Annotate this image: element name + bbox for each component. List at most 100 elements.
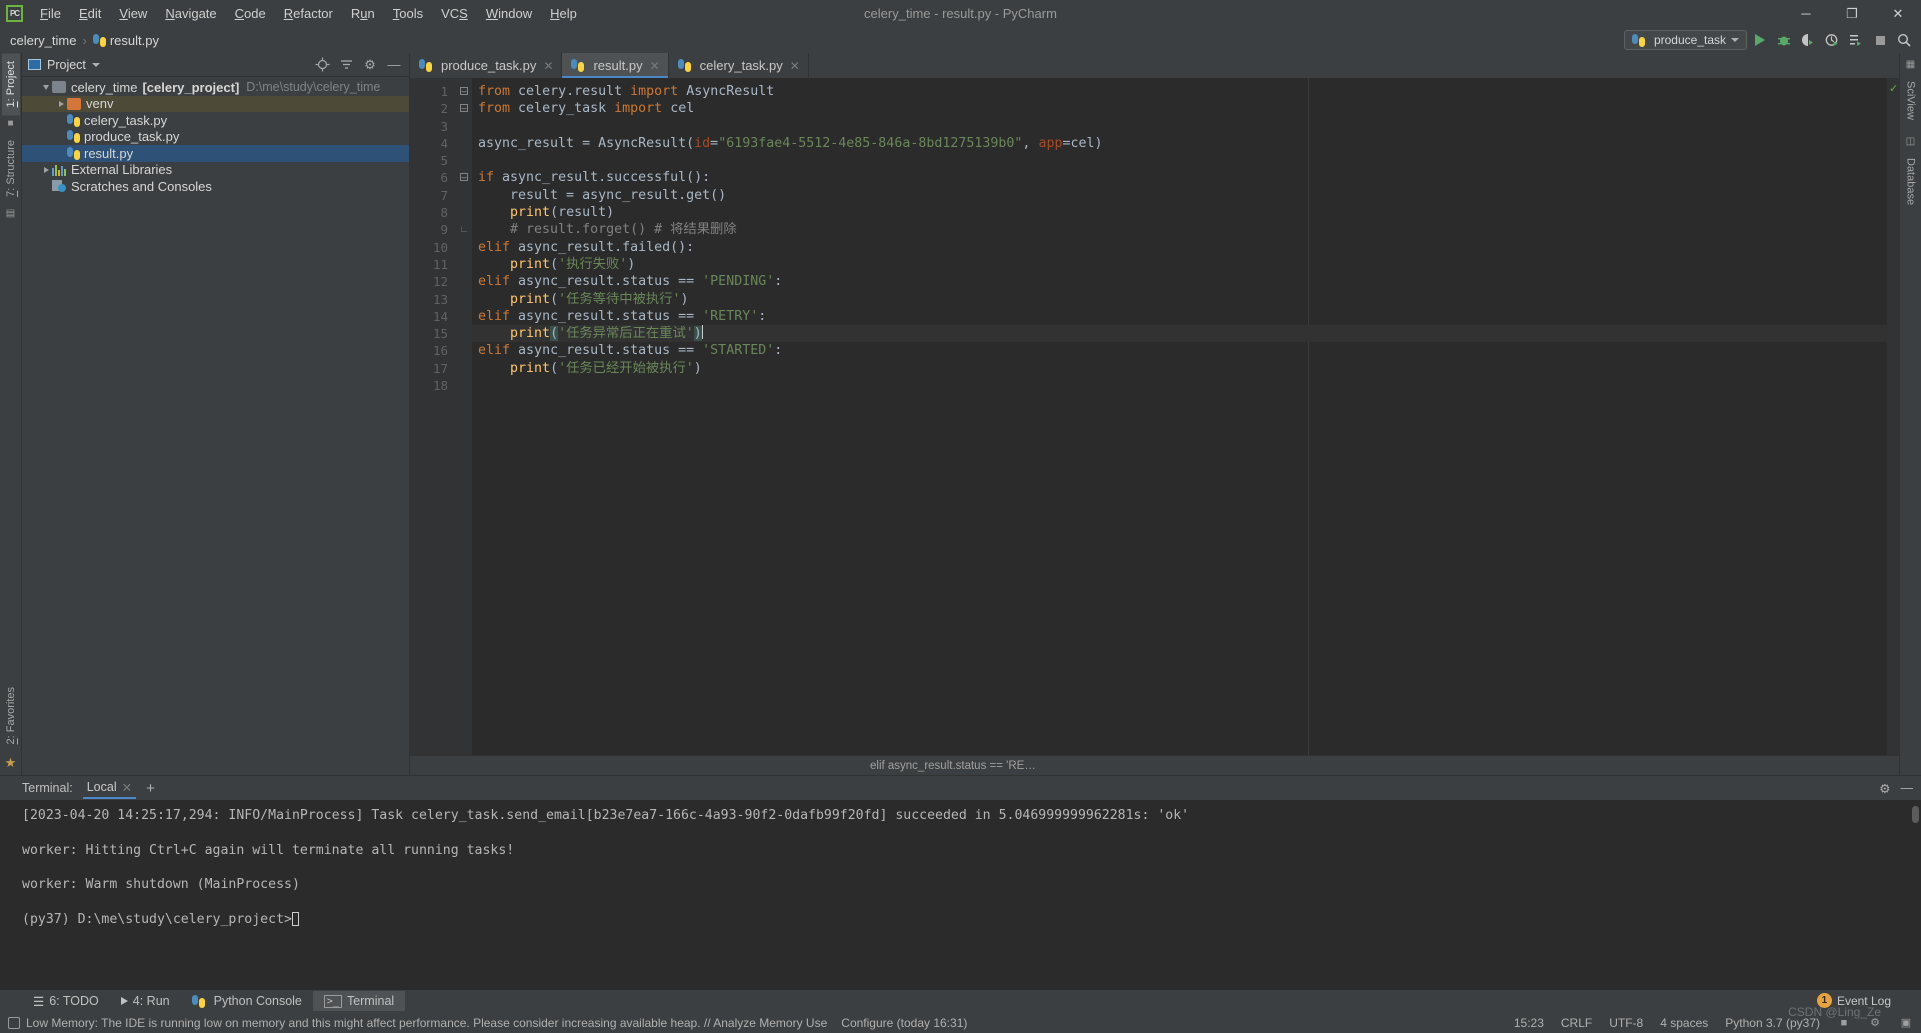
code-line-3[interactable]	[472, 118, 1887, 135]
code-line-16[interactable]: elif async_result.status == 'STARTED':	[472, 342, 1887, 359]
sidebar-tab-sciview[interactable]: SciView	[1902, 73, 1920, 128]
code-line-11[interactable]: print('执行失败')	[472, 256, 1887, 273]
sidebar-tab-project[interactable]: 1: Project	[1, 53, 20, 116]
new-terminal-tab-button[interactable]: +	[146, 780, 155, 797]
tool-tab-todo[interactable]: ☰ 6: TODO	[22, 991, 110, 1012]
terminal-prompt-line[interactable]: (py37) D:\me\study\celery_project>	[22, 911, 1921, 928]
close-icon[interactable]: ✕	[543, 59, 553, 73]
code-line-15[interactable]: print('任务异常后正在重试')	[472, 325, 1887, 343]
hide-tool-windows-icon[interactable]: ▣	[1899, 1016, 1913, 1030]
tree-item-produce-task-py[interactable]: produce_task.py	[22, 129, 409, 146]
code-text-area[interactable]: from celery.result import AsyncResult fr…	[472, 78, 1887, 755]
code-line-9[interactable]: # result.forget() # 将结果删除	[472, 221, 1887, 238]
code-editor[interactable]: 1 2 3 4 5 6 7 8 9 10 11 12 13 14 15 16 1	[410, 78, 1899, 755]
tool-tab-run[interactable]: 4: Run	[110, 991, 181, 1011]
error-stripe-gutter[interactable]: ✓	[1887, 78, 1899, 755]
git-branch-icon[interactable]: ■	[1837, 1016, 1851, 1030]
status-encoding[interactable]: UTF-8	[1609, 1016, 1643, 1030]
event-log-label[interactable]: Event Log	[1837, 994, 1891, 1008]
gear-icon[interactable]: ⚙	[361, 56, 379, 74]
settings-icon[interactable]: ⚙	[1868, 1016, 1882, 1030]
locate-file-icon[interactable]	[313, 56, 331, 74]
sidebar-tab-favorites[interactable]: 2: Favorites	[2, 679, 20, 752]
editor-tab-celery-task-py[interactable]: celery_task.py ✕	[669, 53, 809, 78]
debug-button[interactable]	[1773, 29, 1795, 51]
close-icon[interactable]: ✕	[650, 59, 660, 73]
hide-panel-icon[interactable]: —	[385, 56, 403, 74]
gear-icon[interactable]: ⚙	[1879, 781, 1890, 796]
fold-marker[interactable]: –	[456, 100, 472, 117]
close-icon[interactable]: ✕	[122, 780, 132, 795]
twisty-right-icon[interactable]	[55, 100, 67, 107]
run-multiple-button[interactable]	[1845, 29, 1867, 51]
menu-view[interactable]: View	[110, 4, 156, 23]
stop-button[interactable]	[1869, 29, 1891, 51]
tool-tab-python-console[interactable]: Python Console	[181, 991, 313, 1011]
menu-help[interactable]: Help	[541, 4, 586, 23]
status-indent[interactable]: 4 spaces	[1660, 1016, 1708, 1030]
menu-file[interactable]: File	[31, 4, 70, 23]
menu-window[interactable]: Window	[477, 4, 541, 23]
editor-tab-produce-task-py[interactable]: produce_task.py ✕	[410, 53, 563, 78]
terminal-scrollbar[interactable]	[1912, 806, 1919, 824]
run-with-coverage-button[interactable]	[1797, 29, 1819, 51]
search-everywhere-button[interactable]	[1893, 29, 1915, 51]
project-chevron-down-icon[interactable]	[91, 62, 100, 67]
project-tree[interactable]: celery_time [celery_project] D:\me\study…	[22, 77, 409, 775]
fold-marker[interactable]: –	[456, 169, 472, 186]
close-icon[interactable]: ✕	[790, 59, 800, 73]
status-line-separator[interactable]: CRLF	[1561, 1016, 1592, 1030]
terminal-tab-local[interactable]: Local ✕	[82, 778, 137, 799]
code-line-7[interactable]: result = async_result.get()	[472, 187, 1887, 204]
code-line-4[interactable]: async_result = AsyncResult(id="6193fae4-…	[472, 135, 1887, 152]
twisty-right-icon[interactable]	[40, 166, 52, 173]
tree-item-external-libraries[interactable]: External Libraries	[22, 162, 409, 179]
code-line-2[interactable]: from celery_task import cel	[472, 100, 1887, 117]
code-line-12[interactable]: elif async_result.status == 'PENDING':	[472, 273, 1887, 290]
configure-link[interactable]: Configure (today 16:31)	[841, 1016, 967, 1030]
maximize-button[interactable]: ❐	[1829, 0, 1875, 27]
fold-end-marker[interactable]: ∟	[456, 221, 472, 238]
status-message[interactable]: Low Memory: The IDE is running low on me…	[26, 1016, 827, 1030]
tree-item-celery-task-py[interactable]: celery_task.py	[22, 112, 409, 129]
menu-tools[interactable]: Tools	[384, 4, 432, 23]
tree-item-result-py[interactable]: result.py	[22, 145, 409, 162]
code-line-6[interactable]: if async_result.successful():	[472, 169, 1887, 186]
tree-item-celery-time[interactable]: celery_time [celery_project] D:\me\study…	[22, 79, 409, 96]
breadcrumb-file[interactable]: result.py	[110, 33, 159, 48]
code-line-13[interactable]: print('任务等待中被执行')	[472, 291, 1887, 308]
code-line-18[interactable]	[472, 377, 1887, 394]
code-line-10[interactable]: elif async_result.failed():	[472, 239, 1887, 256]
profile-button[interactable]	[1821, 29, 1843, 51]
minimize-button[interactable]: ─	[1783, 0, 1829, 27]
twisty-down-icon[interactable]	[40, 84, 52, 90]
sidebar-tab-database[interactable]: Database	[1902, 150, 1920, 213]
code-line-17[interactable]: print('任务已经开始被执行')	[472, 360, 1887, 377]
tree-item-venv[interactable]: venv	[22, 95, 409, 112]
terminal-output[interactable]: [2023-04-20 14:25:17,294: INFO/MainProce…	[0, 800, 1921, 990]
breadcrumb-project[interactable]: celery_time	[10, 33, 76, 48]
code-line-5[interactable]	[472, 152, 1887, 169]
event-log-widget[interactable]: 1 Event Log	[1816, 993, 1891, 1008]
collapse-all-icon[interactable]	[337, 56, 355, 74]
editor-tab-result-py[interactable]: result.py ✕	[562, 53, 669, 78]
code-line-14[interactable]: elif async_result.status == 'RETRY':	[472, 308, 1887, 325]
menu-navigate[interactable]: Navigate	[156, 4, 225, 23]
fold-marker[interactable]: –	[456, 83, 472, 100]
close-button[interactable]: ✕	[1875, 0, 1921, 27]
tool-tab-terminal[interactable]: >_ Terminal	[312, 991, 406, 1011]
code-folding-gutter[interactable]: – – – ∟	[456, 78, 472, 755]
menu-refactor[interactable]: Refactor	[275, 4, 342, 23]
run-configuration-selector[interactable]: produce_task	[1623, 30, 1747, 50]
sidebar-tab-structure[interactable]: 7: Structure	[2, 132, 20, 205]
menu-edit[interactable]: Edit	[70, 4, 110, 23]
code-line-8[interactable]: print(result)	[472, 204, 1887, 221]
menu-vcs[interactable]: VCS	[432, 4, 477, 23]
tree-item-scratches-and-consoles[interactable]: Scratches and Consoles	[22, 178, 409, 195]
status-interpreter[interactable]: Python 3.7 (py37)	[1725, 1016, 1820, 1030]
run-button[interactable]	[1749, 29, 1771, 51]
menu-run[interactable]: Run	[342, 4, 384, 23]
menu-code[interactable]: Code	[226, 4, 275, 23]
hide-icon[interactable]: —	[1901, 781, 1914, 795]
code-line-1[interactable]: from celery.result import AsyncResult	[472, 83, 1887, 100]
